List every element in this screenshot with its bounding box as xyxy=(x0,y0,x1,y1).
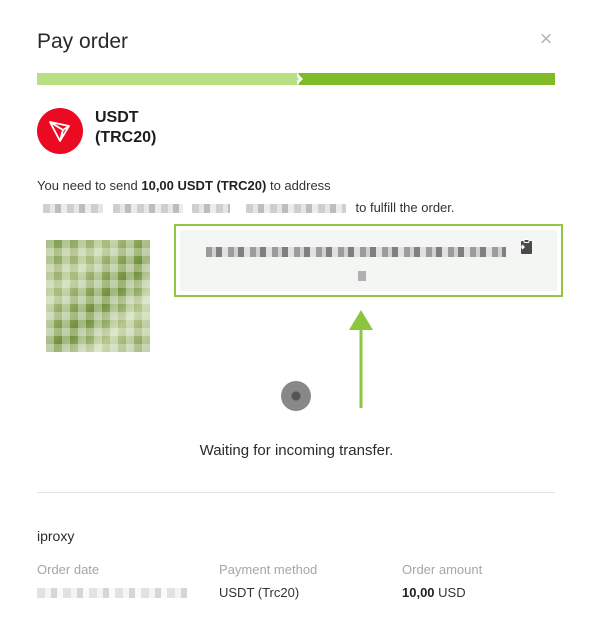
qr-code xyxy=(46,240,150,352)
redacted-text xyxy=(192,204,231,214)
payment-amount: 10,00 USDT (TRC20) xyxy=(141,178,267,193)
order-amount-label: Order amount xyxy=(402,562,483,577)
coin-name-line1: USDT xyxy=(95,109,139,126)
divider xyxy=(37,492,555,493)
close-icon[interactable]: × xyxy=(536,28,556,50)
redacted-address xyxy=(206,247,506,257)
order-date-column: Order date xyxy=(37,562,207,602)
redacted-text xyxy=(43,204,103,214)
instr-text-3: to fulfill the order. xyxy=(355,200,455,215)
clipboard-copy-icon[interactable] xyxy=(517,238,535,256)
payment-method-column: Payment method USDT (Trc20) xyxy=(219,562,389,601)
progress-step-1 xyxy=(37,73,299,85)
payment-method-value: USDT (Trc20) xyxy=(219,585,300,600)
redacted-text xyxy=(112,204,183,214)
waiting-status: Waiting for incoming transfer. xyxy=(199,442,394,459)
order-date-label: Order date xyxy=(37,562,100,577)
tron-glyph xyxy=(49,121,70,142)
redacted-date xyxy=(37,588,187,598)
progress-bar xyxy=(37,73,555,85)
wallet-address-field[interactable] xyxy=(180,230,557,291)
progress-separator-tip xyxy=(293,73,299,85)
payment-instructions: You need to send 10,00 USDT (TRC20) to a… xyxy=(37,175,557,219)
instr-text-1: You need to send xyxy=(37,178,138,193)
pay-order-modal: Pay order × USDT (TRC20) You need to sen… xyxy=(0,0,593,631)
annotation-arrow-icon xyxy=(349,310,373,408)
order-amount-column: Order amount 10,00 USD xyxy=(402,562,572,601)
loading-spinner-icon xyxy=(281,381,311,411)
instr-text-2: to address xyxy=(269,178,331,193)
coin-name: USDT (TRC20) xyxy=(95,108,156,148)
coin-name-line2: (TRC20) xyxy=(95,129,157,146)
order-amount-currency: USD xyxy=(438,585,466,600)
progress-step-2 xyxy=(299,73,555,85)
order-amount-value: 10,00 xyxy=(402,585,435,600)
merchant-name: iproxy xyxy=(37,528,75,544)
modal-title: Pay order xyxy=(37,30,129,53)
wallet-address-box[interactable] xyxy=(174,224,563,297)
redacted-address-tail xyxy=(358,271,366,281)
payment-method-label: Payment method xyxy=(219,562,318,577)
tron-logo-icon xyxy=(37,108,83,154)
redacted-text xyxy=(245,204,346,214)
